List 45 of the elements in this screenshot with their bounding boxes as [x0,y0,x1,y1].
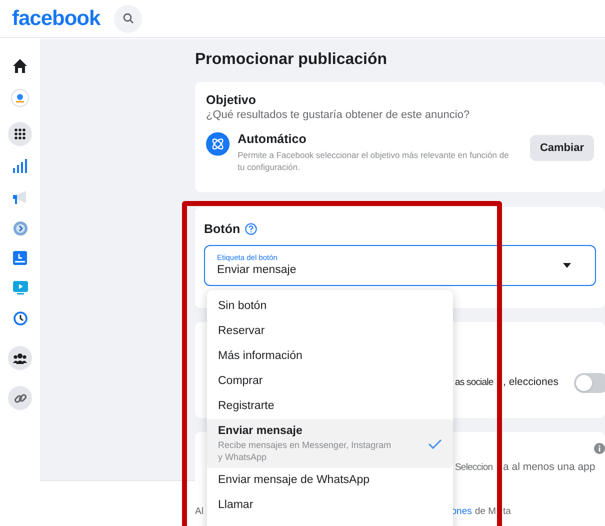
change-button[interactable]: Cambiar [530,135,594,161]
profile-avatar-icon[interactable] [8,86,32,110]
checkmark-icon [428,438,442,448]
footer-text: Al [195,505,204,519]
section-title: Botón [204,221,240,237]
footer-text: de M [474,505,496,519]
option-title: Automático [238,131,308,147]
option-label: Enviar mensaje [218,424,304,439]
people-group-icon[interactable] [8,346,32,370]
dropdown-option[interactable]: Sin botón [207,294,453,319]
page-title: Promocionar publicación [195,50,388,70]
option-description: Permite a Facebook seleccionar el objetivo más relevante en función de tu configuración. [238,149,510,173]
option-label: Reservar [218,324,265,339]
toggle-switch[interactable] [574,373,605,393]
field-value: Enviar mensaje [217,263,296,278]
apps-grid-icon[interactable] [8,122,32,146]
atom-icon [206,131,230,157]
apps-hint: a al menos una app [503,460,596,475]
search-icon [122,13,134,24]
dropdown-option[interactable]: Reservar [207,319,453,344]
dropdown-option[interactable]: Enviar mensaje Recibe mensajes en Messenger, Instagram y WhatsApp [207,419,453,468]
dropdown-option[interactable]: Enviar mensaje de WhatsApp [207,468,453,493]
category-text: , elecciones [503,375,558,390]
dropdown-option[interactable]: Llamar [207,493,453,518]
section-title: Objetivo [206,92,258,108]
option-label: Enviar mensaje de WhatsApp [218,473,370,488]
category-text: as sociale [455,376,494,390]
help-icon[interactable] [245,223,258,235]
search-button[interactable] [114,4,142,32]
link-icon[interactable] [8,386,32,410]
option-label: Más información [218,349,302,364]
option-label: Sin botón [218,299,267,314]
option-label: Llamar [218,498,254,513]
section-subtitle: ¿Qué resultados te gustaría obtener de este anuncio? [206,108,471,123]
facebook-logo[interactable]: facebook [12,2,100,34]
option-label: Comprar [218,374,263,389]
dropdown-option[interactable]: Registrarte [207,394,453,419]
dropdown-option[interactable]: Comprar [207,369,453,394]
info-icon[interactable] [594,443,605,454]
dropdown-caret-icon [563,263,571,268]
footer-text: ta [503,505,511,519]
dropdown-option[interactable]: Más información [207,344,453,369]
apps-hint: Seleccion [455,461,493,475]
option-description: Recibe mensajes en Messenger, Instagram y WhatsApp [218,439,392,463]
option-label: Registrarte [218,399,274,414]
